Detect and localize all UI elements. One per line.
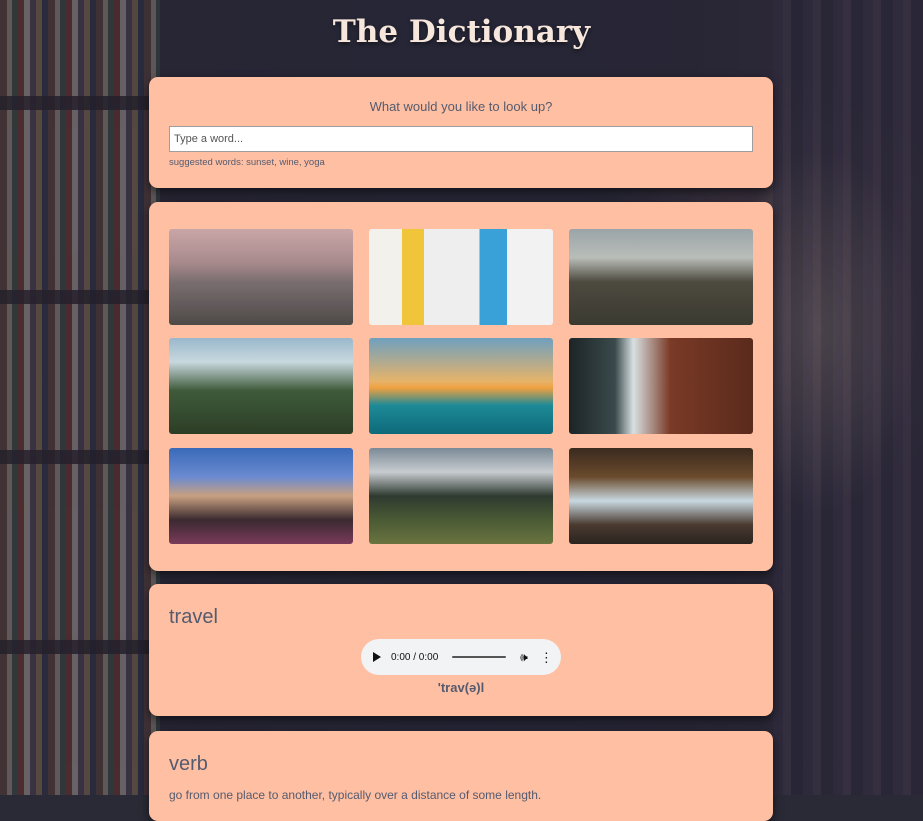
audio-progress-track[interactable] (452, 656, 507, 658)
waterfall-cliff-photo[interactable] (569, 338, 753, 434)
colorful-street-photo[interactable] (369, 229, 553, 325)
hot-air-balloons-photo[interactable] (169, 229, 353, 325)
search-prompt: What would you like to look up? (369, 99, 553, 114)
part-of-speech: verb (169, 753, 208, 775)
meaning-card: verb go from one place to another, typic… (149, 731, 773, 821)
volume-icon[interactable]: 🕪 (520, 650, 528, 665)
mountain-ruins-photo[interactable] (169, 338, 353, 434)
phonetic-text: 'trav(ə)l (437, 680, 485, 695)
search-card: What would you like to look up? suggeste… (149, 77, 773, 188)
alpine-meadow-photo[interactable] (369, 448, 553, 544)
tent-view-photo[interactable] (569, 448, 753, 544)
viaduct-train-photo[interactable] (569, 229, 753, 325)
suggested-words: suggested words: sunset, wine, yoga (169, 157, 325, 168)
definition-text: go from one place to another, typically … (169, 788, 542, 802)
audio-time: 0:00 / 0:00 (391, 651, 439, 663)
canal-town-photo[interactable] (169, 448, 353, 544)
word-card: travel 0:00 / 0:00 🕪 ⋮ 'trav(ə)l (149, 584, 773, 716)
photo-gallery (149, 202, 773, 571)
page-title: The Dictionary (332, 14, 591, 50)
more-options-icon[interactable]: ⋮ (540, 651, 553, 664)
play-icon[interactable] (373, 652, 381, 662)
search-input[interactable] (169, 126, 753, 152)
ocean-sunset-villa-photo[interactable] (369, 338, 553, 434)
audio-player[interactable]: 0:00 / 0:00 🕪 ⋮ (361, 639, 561, 675)
word-heading: travel (169, 606, 218, 628)
